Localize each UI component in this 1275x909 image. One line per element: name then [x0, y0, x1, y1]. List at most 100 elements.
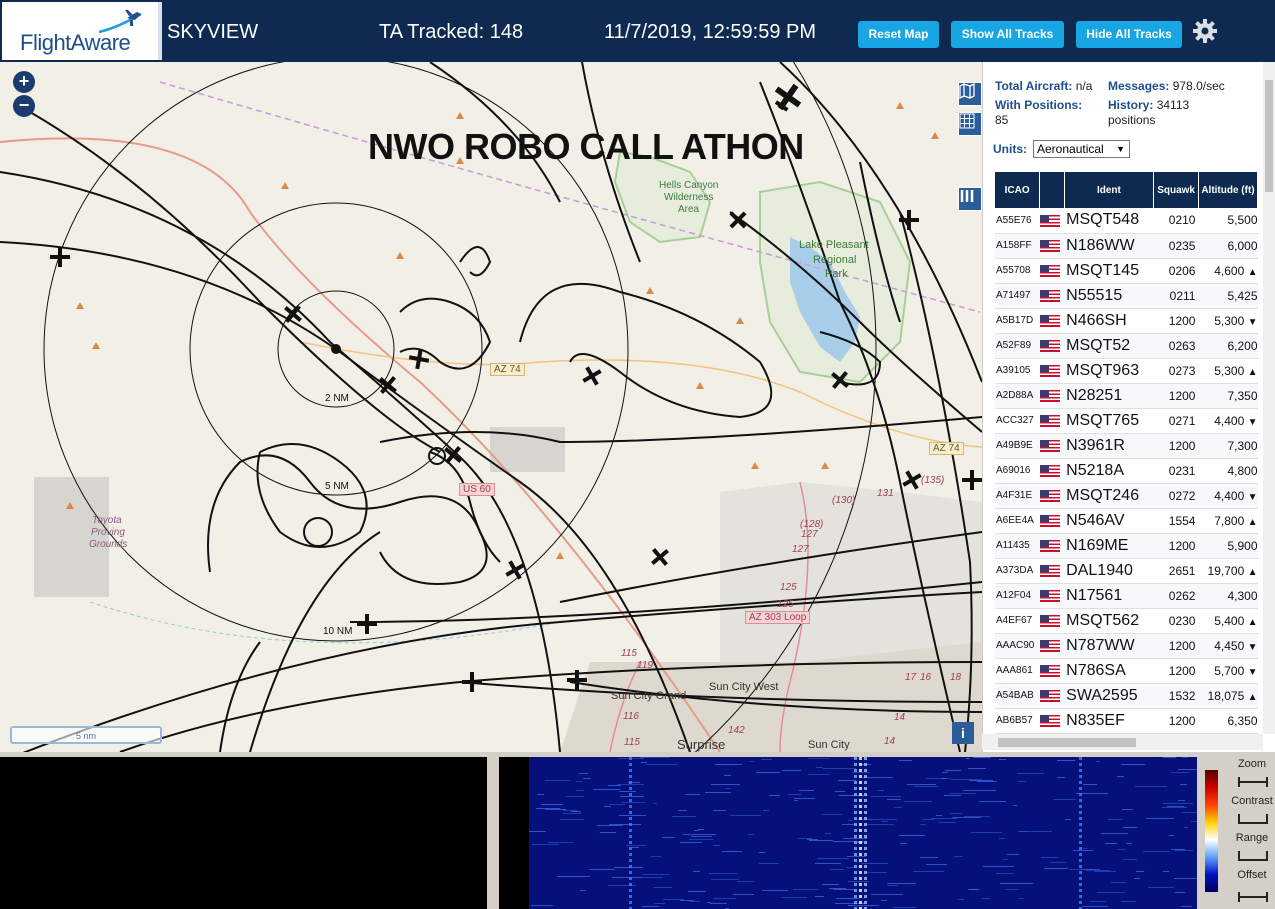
table-row[interactable]: A6EE4A N546AV 1554 7,800 ▲: [995, 508, 1258, 534]
table-row[interactable]: A71497 N55515 0211 5,425: [995, 283, 1258, 309]
show-all-tracks-button[interactable]: Show All Tracks: [951, 21, 1064, 48]
col-flag[interactable]: [1039, 172, 1065, 208]
table-row[interactable]: A55708 MSQT145 0206 4,600 ▲: [995, 258, 1258, 284]
altitude-cell: 4,400 ▼: [1198, 483, 1258, 509]
highway-number: 125: [780, 582, 797, 593]
table-row[interactable]: A54BAB SWA2595 1532 18,075 ▲: [995, 683, 1258, 709]
ident-cell: N546AV: [1064, 508, 1154, 534]
table-row[interactable]: ACC327 MSQT765 0271 4,400 ▼: [995, 408, 1258, 434]
trend-icon: ▼: [1247, 491, 1258, 503]
ident-cell: N3961R: [1064, 433, 1154, 459]
table-row[interactable]: AAAC90 N787WW 1200 4,450 ▼: [995, 633, 1258, 659]
app-name: SKYVIEW: [167, 21, 259, 43]
hide-all-tracks-button[interactable]: Hide All Tracks: [1076, 21, 1182, 48]
us-flag-icon: [1039, 615, 1060, 628]
col-ident[interactable]: Ident: [1064, 172, 1155, 208]
altitude-cell: 6,200: [1198, 333, 1258, 359]
contrast-slider[interactable]: [1238, 813, 1268, 825]
us-flag-icon: [1039, 440, 1060, 453]
road-label-az74: AZ 74: [490, 363, 525, 376]
icao-cell: A4F31E: [995, 483, 1040, 509]
table-row[interactable]: A4F31E MSQT246 0272 4,400 ▼: [995, 483, 1258, 509]
altitude-cell: 5,500: [1198, 208, 1258, 234]
gear-icon[interactable]: [1192, 18, 1218, 44]
squawk-cell: 0263: [1153, 333, 1199, 359]
zoom-out-button[interactable]: −: [13, 95, 35, 117]
altitude-cell: 4,800: [1198, 458, 1258, 484]
range-control-label: Range: [1235, 832, 1269, 844]
squawk-cell: 0272: [1153, 483, 1199, 509]
col-squawk[interactable]: Squawk: [1153, 172, 1199, 208]
map-layers-button[interactable]: [958, 82, 982, 106]
table-row[interactable]: A158FF N186WW 0235 6,000: [995, 233, 1258, 259]
squawk-cell: 1200: [1153, 433, 1199, 459]
fft-pane: [0, 757, 487, 909]
table-row[interactable]: A5B17D N466SH 1200 5,300 ▼: [995, 308, 1258, 334]
flag-cell: [1039, 283, 1065, 309]
squawk-cell: 1200: [1153, 383, 1199, 409]
vertical-scroll-thumb[interactable]: [1265, 80, 1273, 192]
flag-cell: [1039, 708, 1065, 734]
highway-number: (130): [832, 495, 856, 506]
flag-cell: [1039, 233, 1065, 259]
us-flag-icon: [1039, 265, 1060, 278]
flag-cell: [1039, 258, 1065, 284]
zoom-in-button[interactable]: +: [13, 71, 35, 93]
horizontal-scroll-thumb[interactable]: [998, 738, 1136, 747]
flag-cell: [1039, 208, 1065, 234]
us-flag-icon: [1039, 215, 1060, 228]
icao-cell: A12F04: [995, 583, 1040, 609]
scale-bar: 5 nm: [10, 726, 162, 744]
flag-cell: [1039, 583, 1065, 609]
ident-cell: MSQT145: [1064, 258, 1154, 284]
table-row[interactable]: A52F89 MSQT52 0263 6,200: [995, 333, 1258, 359]
trend-icon: ▲: [1247, 691, 1258, 703]
zoom-slider[interactable]: [1238, 776, 1268, 788]
grid-toggle-button[interactable]: [958, 112, 982, 136]
columns-toggle-button[interactable]: [958, 187, 982, 211]
total-aircraft-label: Total Aircraft: n/a: [995, 79, 1093, 93]
icao-cell: A55E76: [995, 208, 1040, 234]
table-row[interactable]: A4EF67 MSQT562 0230 5,400 ▲: [995, 608, 1258, 634]
highway-number: 116: [623, 711, 639, 722]
offset-slider[interactable]: [1238, 891, 1268, 903]
ident-cell: MSQT52: [1064, 333, 1154, 359]
altitude-cell: 4,600 ▲: [1198, 258, 1258, 284]
flag-cell: [1039, 658, 1065, 684]
range-slider[interactable]: [1238, 850, 1268, 862]
altitude-cell: 4,400 ▼: [1198, 408, 1258, 434]
ident-cell: N186WW: [1064, 233, 1154, 259]
waterfall-display[interactable]: [529, 757, 1197, 909]
flag-cell: [1039, 508, 1065, 534]
highway-number: 119: [637, 660, 653, 671]
flag-cell: [1039, 633, 1065, 659]
col-altitude[interactable]: Altitude (ft): [1198, 172, 1259, 208]
table-row[interactable]: AB6B57 N835EF 1200 6,350: [995, 708, 1258, 734]
table-row[interactable]: A11435 N169ME 1200 5,900: [995, 533, 1258, 559]
squawk-cell: 0262: [1153, 583, 1199, 609]
reset-map-button[interactable]: Reset Map: [858, 21, 939, 48]
units-select[interactable]: Aeronautical ▼: [1033, 140, 1130, 158]
table-row[interactable]: A69016 N5218A 0231 4,800: [995, 458, 1258, 484]
table-row[interactable]: A373DA DAL1940 2651 19,700 ▲: [995, 558, 1258, 584]
flightaware-logo[interactable]: FlightAware: [2, 2, 162, 60]
table-header-row: ICAO Ident Squawk Altitude (ft): [995, 172, 1259, 208]
range-label-10nm: 10 NM: [323, 626, 353, 637]
icao-cell: A6EE4A: [995, 508, 1040, 534]
col-icao[interactable]: ICAO: [995, 172, 1041, 208]
table-row[interactable]: A39105 MSQT963 0273 5,300 ▲: [995, 358, 1258, 384]
table-row[interactable]: A55E76 MSQT548 0210 5,500: [995, 208, 1258, 234]
zoom-control-label: Zoom: [1237, 758, 1267, 770]
ident-cell: N55515: [1064, 283, 1154, 309]
flag-cell: [1039, 433, 1065, 459]
ident-cell: N169ME: [1064, 533, 1154, 559]
table-row[interactable]: AAA861 N786SA 1200 5,700 ▼: [995, 658, 1258, 684]
table-row[interactable]: A2D88A N28251 1200 7,350: [995, 383, 1258, 409]
table-row[interactable]: A12F04 N17561 0262 4,300: [995, 583, 1258, 609]
table-row[interactable]: A49B9E N3961R 1200 7,300: [995, 433, 1258, 459]
map-canvas[interactable]: 2 NM 5 NM 10 NM Hells Canyon Wilderness …: [0, 62, 982, 752]
highway-number: 127: [792, 544, 809, 555]
icao-cell: A39105: [995, 358, 1040, 384]
squawk-cell: 1200: [1153, 658, 1199, 684]
info-button[interactable]: i: [952, 722, 974, 744]
